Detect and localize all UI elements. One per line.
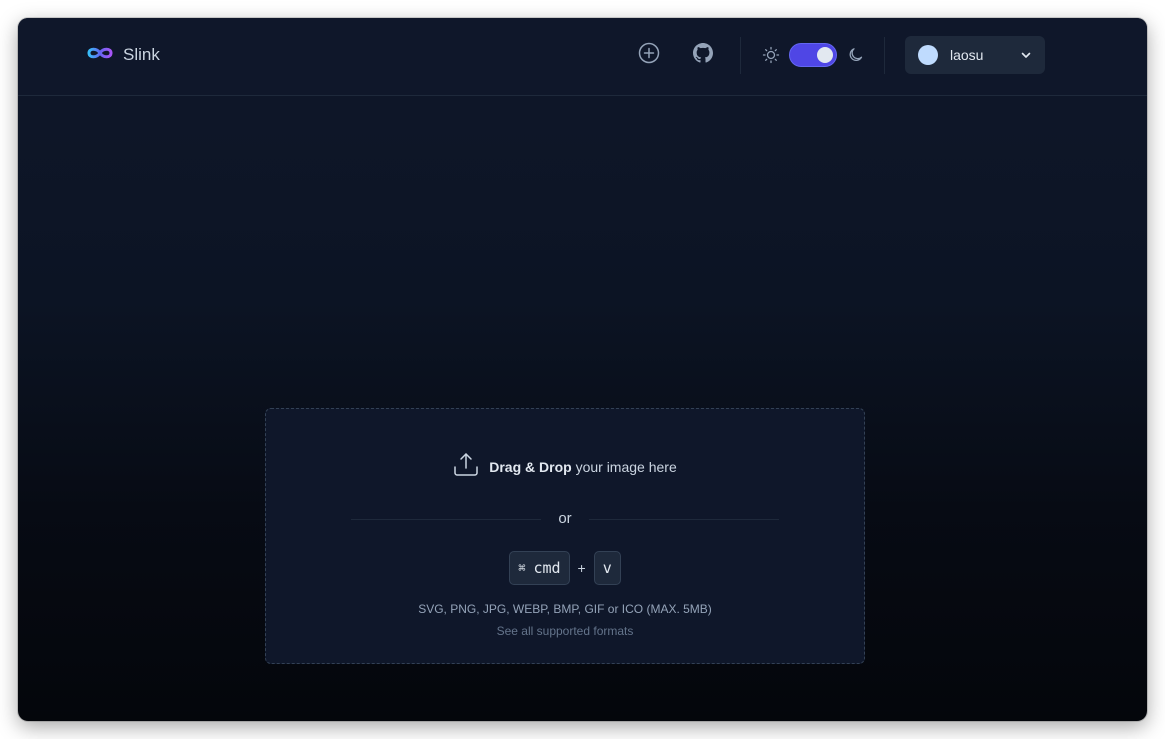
image-dropzone[interactable]: Drag & Drop your image here or ⌘ cmd + v… <box>265 408 865 664</box>
drag-drop-label: Drag & Drop <box>489 458 572 475</box>
user-menu-button[interactable]: laosu <box>905 36 1045 74</box>
plus-circle-icon <box>638 42 660 69</box>
moon-icon <box>844 43 868 67</box>
upload-new-button[interactable] <box>637 42 661 69</box>
logo[interactable]: Slink <box>85 44 160 66</box>
dropzone-text-rest: your image here <box>571 458 677 475</box>
divider <box>740 37 741 74</box>
infinity-logo-icon <box>85 46 115 65</box>
dropzone-text: Drag & Drop your image here <box>489 459 677 475</box>
sun-icon <box>759 43 783 67</box>
theme-toggle[interactable] <box>789 43 837 67</box>
see-all-formats-link[interactable]: See all supported formats <box>266 624 864 638</box>
chevron-down-icon <box>1019 48 1033 67</box>
divider <box>884 37 885 74</box>
top-navigation-bar: Slink laosu <box>18 18 1147 96</box>
plus-sign: + <box>577 560 586 576</box>
app-name: Slink <box>123 45 160 64</box>
github-icon <box>693 42 713 68</box>
v-key-label: v <box>602 559 612 577</box>
app-window: Slink laosu Drag & Drop your image here … <box>18 18 1147 721</box>
github-link[interactable] <box>691 42 715 68</box>
cmd-key: ⌘ cmd <box>509 551 570 585</box>
paste-shortcut: ⌘ cmd + v <box>266 551 864 585</box>
user-name: laosu <box>950 47 984 63</box>
upload-icon <box>453 451 479 482</box>
command-icon: ⌘ <box>518 561 526 575</box>
v-key: v <box>593 551 621 585</box>
dropzone-title: Drag & Drop your image here <box>266 451 864 482</box>
separator-line <box>589 519 779 520</box>
cmd-key-label: cmd <box>533 559 561 577</box>
toggle-knob <box>817 47 833 63</box>
or-separator: or <box>351 510 779 530</box>
supported-formats-text: SVG, PNG, JPG, WEBP, BMP, GIF or ICO (MA… <box>418 602 712 616</box>
avatar <box>918 45 938 65</box>
